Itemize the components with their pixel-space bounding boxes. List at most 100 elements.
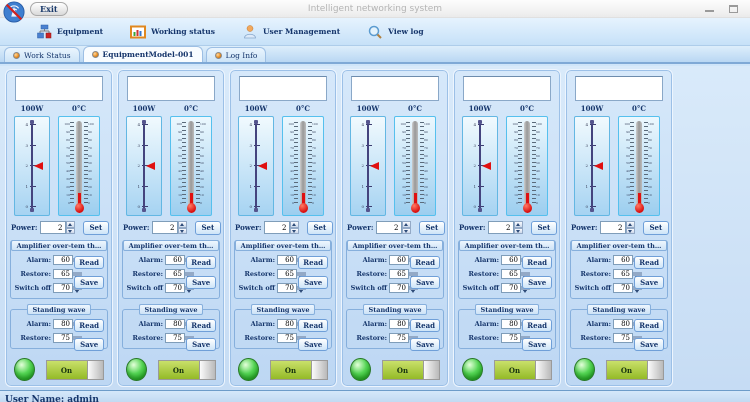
amplifier-read-button[interactable]: Read <box>186 256 216 269</box>
tab-equipment-model-001[interactable]: EquipmentModel-001 <box>83 46 203 62</box>
amplifier-restore-input[interactable] <box>277 269 297 279</box>
power-switch[interactable]: On <box>158 360 217 380</box>
power-switch-on-label[interactable]: On <box>271 361 311 379</box>
power-switch[interactable]: On <box>606 360 665 380</box>
power-switch-on-label[interactable]: On <box>159 361 199 379</box>
amplifier-save-button[interactable]: Save <box>522 276 552 289</box>
power-switch-handle[interactable] <box>199 361 216 379</box>
power-switch-handle[interactable] <box>535 361 552 379</box>
standing-wave-read-button[interactable]: Read <box>186 319 216 332</box>
amplifier-alarm-input[interactable] <box>613 255 633 265</box>
standing-wave-save-button[interactable]: Save <box>410 338 440 351</box>
power-set-button[interactable]: Set <box>531 221 558 235</box>
standing-wave-restore-input[interactable] <box>389 333 409 343</box>
power-input[interactable] <box>264 221 290 234</box>
tab-log-info[interactable]: Log Info <box>206 47 267 62</box>
equipment-display-field[interactable] <box>463 76 551 101</box>
amplifier-alarm-input[interactable] <box>389 255 409 265</box>
power-set-button[interactable]: Set <box>83 221 110 235</box>
standing-wave-restore-input[interactable] <box>53 333 73 343</box>
amplifier-read-button[interactable]: Read <box>74 256 104 269</box>
standing-wave-restore-input[interactable] <box>613 333 633 343</box>
standing-wave-restore-input[interactable] <box>501 333 521 343</box>
spin-down-icon[interactable] <box>626 228 635 235</box>
power-switch-on-label[interactable]: On <box>495 361 535 379</box>
toolbar-item-equipment[interactable]: Equipment <box>36 24 103 40</box>
standing-wave-save-button[interactable]: Save <box>634 338 664 351</box>
amplifier-read-button[interactable]: Read <box>410 256 440 269</box>
power-switch[interactable]: On <box>46 360 105 380</box>
power-switch-handle[interactable] <box>87 361 104 379</box>
power-input[interactable] <box>488 221 514 234</box>
spin-down-icon[interactable] <box>514 228 523 235</box>
toolbar-item-user-management[interactable]: User Management <box>242 24 340 40</box>
spin-down-icon[interactable] <box>178 228 187 235</box>
standing-wave-save-button[interactable]: Save <box>522 338 552 351</box>
spin-down-icon[interactable] <box>402 228 411 235</box>
power-switch-on-label[interactable]: On <box>47 361 87 379</box>
standing-wave-alarm-input[interactable] <box>165 319 185 329</box>
amplifier-switch-off-input[interactable] <box>277 283 297 293</box>
power-switch-on-label[interactable]: On <box>607 361 647 379</box>
standing-wave-restore-input[interactable] <box>277 333 297 343</box>
power-set-button[interactable]: Set <box>643 221 670 235</box>
power-switch-handle[interactable] <box>311 361 328 379</box>
amplifier-alarm-input[interactable] <box>501 255 521 265</box>
equipment-display-field[interactable] <box>239 76 327 101</box>
standing-wave-read-button[interactable]: Read <box>298 319 328 332</box>
power-switch[interactable]: On <box>270 360 329 380</box>
amplifier-switch-off-input[interactable] <box>165 283 185 293</box>
power-set-button[interactable]: Set <box>195 221 222 235</box>
amplifier-alarm-input[interactable] <box>277 255 297 265</box>
amplifier-switch-off-input[interactable] <box>613 283 633 293</box>
standing-wave-save-button[interactable]: Save <box>74 338 104 351</box>
amplifier-alarm-input[interactable] <box>53 255 73 265</box>
standing-wave-alarm-input[interactable] <box>613 319 633 329</box>
amplifier-save-button[interactable]: Save <box>186 276 216 289</box>
amplifier-read-button[interactable]: Read <box>522 256 552 269</box>
standing-wave-alarm-input[interactable] <box>277 319 297 329</box>
amplifier-restore-input[interactable] <box>389 269 409 279</box>
amplifier-restore-input[interactable] <box>53 269 73 279</box>
standing-wave-alarm-input[interactable] <box>389 319 409 329</box>
amplifier-save-button[interactable]: Save <box>634 276 664 289</box>
power-input[interactable] <box>40 221 66 234</box>
standing-wave-alarm-input[interactable] <box>501 319 521 329</box>
amplifier-read-button[interactable]: Read <box>298 256 328 269</box>
standing-wave-restore-input[interactable] <box>165 333 185 343</box>
tab-work-status[interactable]: Work Status <box>4 47 80 62</box>
power-switch-on-label[interactable]: On <box>383 361 423 379</box>
amplifier-save-button[interactable]: Save <box>298 276 328 289</box>
power-switch-handle[interactable] <box>423 361 440 379</box>
amplifier-restore-input[interactable] <box>501 269 521 279</box>
power-input[interactable] <box>152 221 178 234</box>
power-switch-handle[interactable] <box>647 361 664 379</box>
standing-wave-read-button[interactable]: Read <box>522 319 552 332</box>
power-set-button[interactable]: Set <box>307 221 334 235</box>
amplifier-switch-off-input[interactable] <box>389 283 409 293</box>
power-input[interactable] <box>376 221 402 234</box>
amplifier-restore-input[interactable] <box>165 269 185 279</box>
equipment-display-field[interactable] <box>127 76 215 101</box>
maximize-button[interactable] <box>729 5 738 13</box>
power-input[interactable] <box>600 221 626 234</box>
standing-wave-read-button[interactable]: Read <box>74 319 104 332</box>
amplifier-save-button[interactable]: Save <box>74 276 104 289</box>
power-switch[interactable]: On <box>382 360 441 380</box>
power-switch[interactable]: On <box>494 360 553 380</box>
standing-wave-alarm-input[interactable] <box>53 319 73 329</box>
spin-down-icon[interactable] <box>290 228 299 235</box>
amplifier-read-button[interactable]: Read <box>634 256 664 269</box>
amplifier-restore-input[interactable] <box>613 269 633 279</box>
toolbar-item-view-log[interactable]: View log <box>367 24 423 40</box>
equipment-display-field[interactable] <box>575 76 663 101</box>
toolbar-item-working-status[interactable]: Working status <box>130 24 215 40</box>
standing-wave-save-button[interactable]: Save <box>298 338 328 351</box>
power-set-button[interactable]: Set <box>419 221 446 235</box>
amplifier-save-button[interactable]: Save <box>410 276 440 289</box>
amplifier-switch-off-input[interactable] <box>501 283 521 293</box>
equipment-display-field[interactable] <box>15 76 103 101</box>
minimize-button[interactable] <box>705 10 714 12</box>
standing-wave-save-button[interactable]: Save <box>186 338 216 351</box>
standing-wave-read-button[interactable]: Read <box>410 319 440 332</box>
